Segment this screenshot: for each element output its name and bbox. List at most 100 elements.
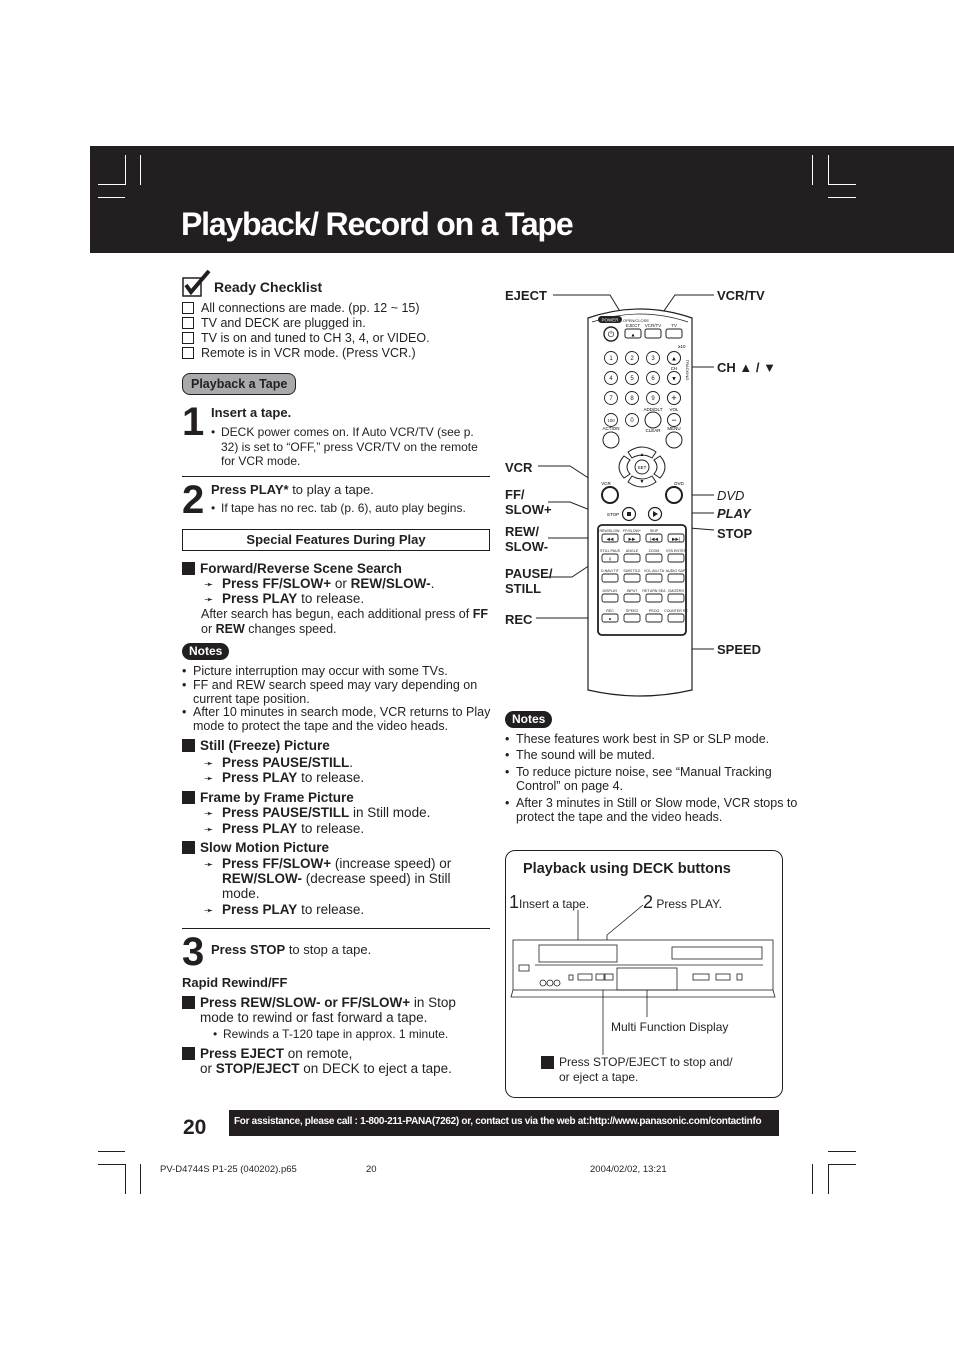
arrow-icon: ➛ (204, 824, 214, 836)
note-item: After 10 minutes in search mode, VCR ret… (182, 705, 503, 733)
remote-button-label: SKIP (650, 529, 659, 533)
stop-eject-note: Press STOP/EJECT to stop and/ or eject a… (541, 1055, 741, 1085)
arrow-icon: ➛ (204, 859, 214, 871)
checklist-item[interactable]: TV and DECK are plugged in. (182, 316, 366, 330)
remote-button-glyph: ▶▶ (629, 537, 636, 542)
note-item: Picture interruption may occur with some… (182, 664, 493, 678)
checkbox[interactable] (182, 332, 194, 344)
svg-text:▲: ▲ (671, 357, 677, 363)
square-bullet-icon (541, 1056, 554, 1069)
remote-control-illustration: POWER OPEN/CLOSE ⏻ EJECT VCR/TV TV ▲ 123… (536, 294, 715, 697)
remote-button-label: INPUT (627, 589, 639, 593)
svg-text:DVD: DVD (674, 481, 684, 486)
instruction-line: REW/SLOW- (decrease speed) in Still (222, 871, 451, 886)
remote-button-label: REW/SLOW- (599, 529, 621, 533)
crop-mark (828, 1164, 829, 1194)
note-item: After 3 minutes in Still or Slow mode, V… (505, 796, 801, 824)
remote-button-label: D.NAVI TIT (601, 569, 620, 573)
step3-heading: Press STOP to stop a tape. (211, 942, 372, 957)
instruction-line: mode to rewind or fast forward a tape. (200, 1010, 428, 1025)
svg-text:VOL: VOL (669, 407, 679, 412)
crop-mark (828, 1164, 856, 1165)
checklist-item[interactable]: Remote is in VCR mode. (Press VCR.) (182, 346, 416, 360)
checkbox[interactable] (182, 302, 194, 314)
step2-heading: Press PLAY* to play a tape. (211, 482, 374, 497)
feature-heading: Slow Motion Picture (182, 840, 329, 855)
svg-text:TV: TV (671, 323, 677, 328)
remote-button-label: REC (606, 609, 614, 613)
square-bullet-icon (182, 791, 195, 804)
square-bullet-icon (182, 841, 195, 854)
remote-button-label: VSS ENTER (666, 549, 687, 553)
checkmark-icon (182, 270, 211, 297)
remote-button-label: PROG (649, 609, 660, 613)
crop-mark (98, 197, 125, 198)
svg-text:VCR: VCR (601, 481, 611, 486)
file-name: PV-D4744S P1-25 (040202).p65 (160, 1164, 297, 1175)
deck-panel-title: Playback using DECK buttons (523, 861, 731, 877)
print-page: 20 (366, 1164, 377, 1175)
remote-button-label: AUDIO SAP/ (666, 569, 687, 573)
checkbox[interactable] (182, 347, 194, 359)
crop-mark (812, 1164, 813, 1194)
divider (182, 476, 490, 477)
feature-heading: Still (Freeze) Picture (182, 738, 330, 753)
checklist-item[interactable]: TV is on and tuned to CH 3, 4, or VIDEO. (182, 331, 430, 345)
svg-text:▼: ▼ (640, 479, 645, 485)
svg-text:+: + (671, 393, 676, 403)
crop-mark (140, 155, 141, 185)
svg-text:ACTION: ACTION (602, 426, 619, 431)
stop-icon (627, 512, 631, 516)
remote-button-glyph: |◀◀ (650, 537, 659, 542)
square-bullet-icon (182, 562, 195, 575)
crop-mark (98, 1164, 125, 1165)
rapid-note: • Rewinds a T-120 tape in approx. 1 minut… (213, 1027, 449, 1041)
svg-text:−: − (671, 415, 676, 425)
remote-button-glyph: ● (609, 617, 612, 622)
checklist-item[interactable]: All connections are made. (pp. 12 ~ 15) (182, 301, 420, 315)
crop-mark (828, 184, 856, 185)
arrow-icon: ➛ (204, 808, 214, 820)
note-item: To reduce picture noise, see “Manual Tra… (505, 765, 776, 793)
assistance-banner: For assistance, please call : 1-800-211-… (229, 1110, 779, 1136)
remote-button-label: DISPLAY (603, 589, 619, 593)
notes-badge: Notes (182, 643, 230, 660)
instruction-line: ➛ Press FF/SLOW+ (increase speed) or (204, 856, 452, 871)
remote-button-label: COUNTER RE (664, 609, 688, 613)
crop-mark (125, 1164, 126, 1194)
note-item: These features work best in SP or SLP mo… (505, 732, 801, 746)
svg-text:MENU: MENU (667, 426, 680, 431)
svg-text:TRACKING: TRACKING (685, 360, 690, 381)
svg-text:▼: ▼ (671, 377, 677, 383)
svg-text:STOP: STOP (607, 512, 619, 517)
special-features-title: Special Features During Play (182, 529, 490, 551)
svg-text:ADD/DLT: ADD/DLT (644, 407, 663, 412)
crop-mark (140, 1164, 141, 1194)
feature-heading: Forward/Reverse Scene Search (182, 561, 402, 576)
crop-mark (98, 1151, 125, 1152)
crop-mark (828, 197, 856, 198)
square-bullet-icon (182, 996, 195, 1009)
svg-text:VCR/TV: VCR/TV (645, 323, 662, 328)
note-item: FF and REW search speed may vary dependi… (182, 678, 493, 706)
checkbox[interactable] (182, 317, 194, 329)
step-number: 2 (182, 478, 204, 522)
instruction-line: ➛ Press PLAY to release. (204, 902, 365, 917)
power-icon: ⏻ (608, 330, 615, 339)
instruction-line: or STOP/EJECT on DECK to eject a tape. (200, 1061, 452, 1076)
instruction-line: ➛ Press PLAY to release. (204, 770, 365, 785)
section-pill: Playback a Tape (182, 373, 297, 395)
arrow-icon: ➛ (204, 594, 214, 606)
rapid-title: Rapid Rewind/FF (182, 975, 288, 990)
svg-text:EJECT: EJECT (626, 323, 641, 328)
square-bullet-icon (182, 739, 195, 752)
deck-illustration (510, 905, 776, 1055)
remote-button-label: ANGLE (626, 549, 639, 553)
square-bullet-icon (182, 1047, 195, 1060)
crop-mark (125, 155, 126, 185)
note-item: The sound will be muted. (505, 748, 801, 762)
feature-heading: Frame by Frame Picture (182, 790, 354, 805)
svg-text:▲: ▲ (640, 452, 645, 458)
arrow-icon: ➛ (204, 579, 214, 591)
remote-button-label: SUBTITLE (623, 569, 641, 573)
